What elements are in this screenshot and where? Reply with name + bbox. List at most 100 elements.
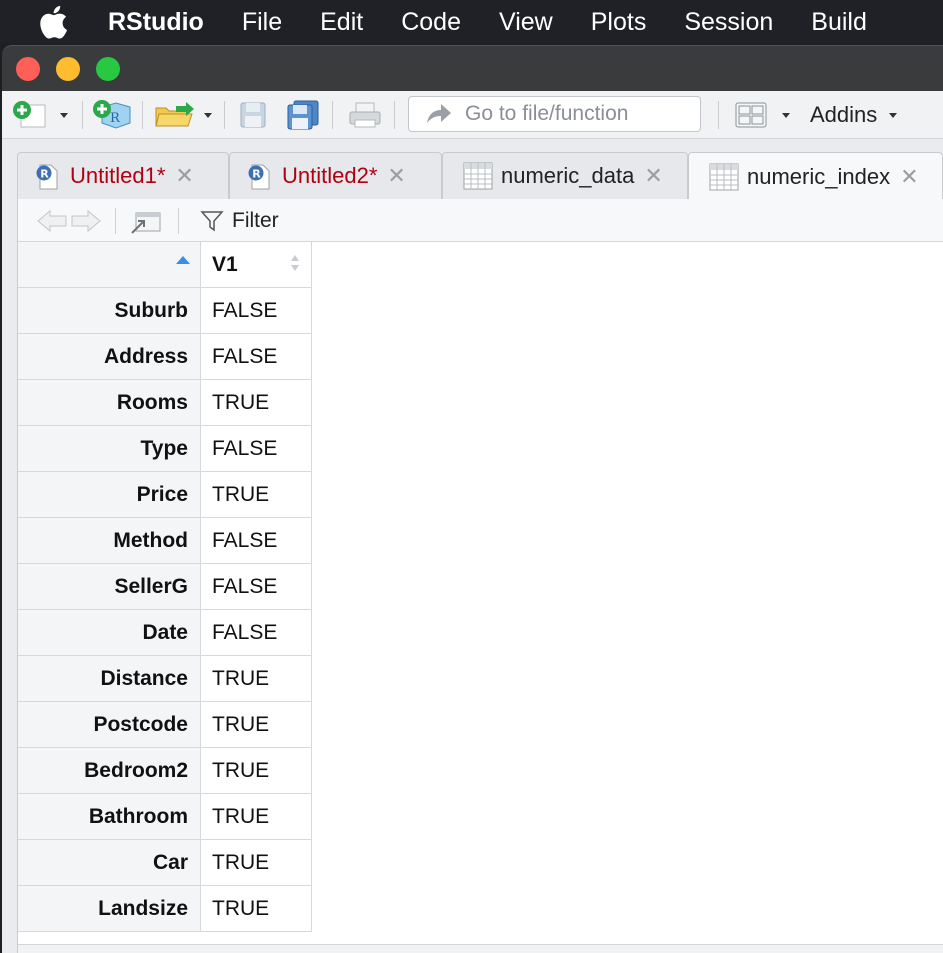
save-icon <box>240 102 266 128</box>
menu-edit[interactable]: Edit <box>320 8 363 37</box>
toolbar-separator <box>82 101 83 129</box>
row-names-header[interactable] <box>18 242 201 288</box>
row-name: Address <box>18 334 201 380</box>
table-cell[interactable]: FALSE <box>201 334 312 380</box>
source-pane: R Untitled1* ✕ R Untitled2* ✕ numeric_da… <box>2 139 943 953</box>
r-script-icon: R <box>36 164 58 190</box>
tab-label: numeric_data <box>501 163 635 188</box>
addins-menu-button[interactable]: Addins <box>810 91 907 139</box>
save-all-button[interactable] <box>286 91 320 139</box>
pane-layout-button[interactable] <box>734 91 794 139</box>
toolbar-separator <box>178 208 179 234</box>
table-cell[interactable]: FALSE <box>201 610 312 656</box>
menu-session[interactable]: Session <box>684 8 773 37</box>
row-name: Landsize <box>18 886 201 932</box>
filter-button[interactable]: Filter <box>200 199 279 242</box>
table-cell[interactable]: TRUE <box>201 472 312 518</box>
new-project-button[interactable]: R <box>92 91 132 139</box>
new-file-button[interactable] <box>12 91 72 139</box>
close-window-button[interactable] <box>16 57 40 81</box>
toolbar-separator <box>142 101 143 129</box>
svg-text:R: R <box>40 168 49 181</box>
row-name: Date <box>18 610 201 656</box>
close-tab-icon[interactable]: ✕ <box>900 164 918 190</box>
popout-window-icon[interactable] <box>130 207 164 235</box>
row-name: Distance <box>18 656 201 702</box>
pane-layout-icon <box>735 102 790 128</box>
toolbar-separator <box>224 101 225 129</box>
table-cell[interactable]: TRUE <box>201 840 312 886</box>
table-cell[interactable]: FALSE <box>201 426 312 472</box>
table-cell[interactable]: FALSE <box>201 564 312 610</box>
tab-numeric-index[interactable]: numeric_index ✕ <box>688 152 943 200</box>
menu-plots[interactable]: Plots <box>591 8 647 37</box>
table-cell[interactable]: FALSE <box>201 518 312 564</box>
row-name: Car <box>18 840 201 886</box>
row-name: Type <box>18 426 201 472</box>
close-tab-icon[interactable]: ✕ <box>644 163 662 189</box>
toolbar-separator <box>718 101 719 129</box>
column-header-v1[interactable]: V1 <box>201 242 312 288</box>
tab-untitled1[interactable]: R Untitled1* ✕ <box>17 152 229 199</box>
row-name: SellerG <box>18 564 201 610</box>
chevron-down-icon <box>889 113 898 118</box>
row-name: Price <box>18 472 201 518</box>
forward-arrow-icon[interactable] <box>70 207 102 235</box>
menu-code[interactable]: Code <box>401 8 461 37</box>
apple-icon[interactable] <box>38 0 92 44</box>
tab-untitled2[interactable]: R Untitled2* ✕ <box>229 152 442 199</box>
source-tab-bar: R Untitled1* ✕ R Untitled2* ✕ numeric_da… <box>17 152 943 200</box>
main-toolbar: R Go to file/function Addins <box>2 91 943 139</box>
menu-build[interactable]: Build <box>811 8 867 37</box>
minimize-window-button[interactable] <box>56 57 80 81</box>
save-all-icon <box>287 100 319 130</box>
table-cell[interactable]: TRUE <box>201 886 312 932</box>
data-table-icon <box>709 162 739 192</box>
tab-numeric-data[interactable]: numeric_data ✕ <box>442 152 688 199</box>
table-cell[interactable]: TRUE <box>201 656 312 702</box>
print-button[interactable] <box>348 91 382 139</box>
addins-label: Addins <box>810 102 878 127</box>
row-name: Bedroom2 <box>18 748 201 794</box>
save-button[interactable] <box>238 91 268 139</box>
new-file-icon <box>13 101 68 128</box>
table-cell[interactable]: TRUE <box>201 702 312 748</box>
open-folder-icon <box>155 102 212 127</box>
filter-icon <box>200 210 224 231</box>
goto-arrow-icon <box>427 104 451 123</box>
toolbar-separator <box>394 101 395 129</box>
row-name: Suburb <box>18 288 201 334</box>
zoom-window-button[interactable] <box>96 57 120 81</box>
open-file-button[interactable] <box>154 91 218 139</box>
filter-label: Filter <box>232 208 279 232</box>
sort-both-icon <box>291 255 299 271</box>
back-arrow-icon[interactable] <box>36 207 68 235</box>
close-tab-icon[interactable]: ✕ <box>175 163 193 189</box>
data-table-icon <box>463 161 493 191</box>
menu-app-name[interactable]: RStudio <box>108 8 204 37</box>
svg-text:R: R <box>110 111 121 126</box>
close-tab-icon[interactable]: ✕ <box>387 163 405 189</box>
tab-label: numeric_index <box>747 163 891 189</box>
goto-file-function-input[interactable]: Go to file/function <box>408 96 701 132</box>
menu-bar: RStudio File Edit Code View Plots Sessio… <box>0 0 943 44</box>
menu-file[interactable]: File <box>242 8 282 37</box>
column-header-label: V1 <box>212 253 238 276</box>
goto-placeholder: Go to file/function <box>465 102 629 125</box>
data-viewer-toolbar: Filter <box>18 199 943 242</box>
row-name: Rooms <box>18 380 201 426</box>
r-project-icon: R <box>93 100 131 129</box>
table-cell[interactable]: TRUE <box>201 380 312 426</box>
table-cell[interactable]: FALSE <box>201 288 312 334</box>
horizontal-scrollbar[interactable] <box>18 944 943 953</box>
print-icon <box>349 102 381 128</box>
tab-label: Untitled1* <box>70 163 166 188</box>
sort-ascending-icon <box>176 256 190 264</box>
r-script-icon: R <box>248 164 270 190</box>
table-cell[interactable]: TRUE <box>201 748 312 794</box>
toolbar-separator <box>115 208 116 234</box>
svg-text:R: R <box>252 168 261 181</box>
row-name: Method <box>18 518 201 564</box>
menu-view[interactable]: View <box>499 8 553 37</box>
table-cell[interactable]: TRUE <box>201 794 312 840</box>
